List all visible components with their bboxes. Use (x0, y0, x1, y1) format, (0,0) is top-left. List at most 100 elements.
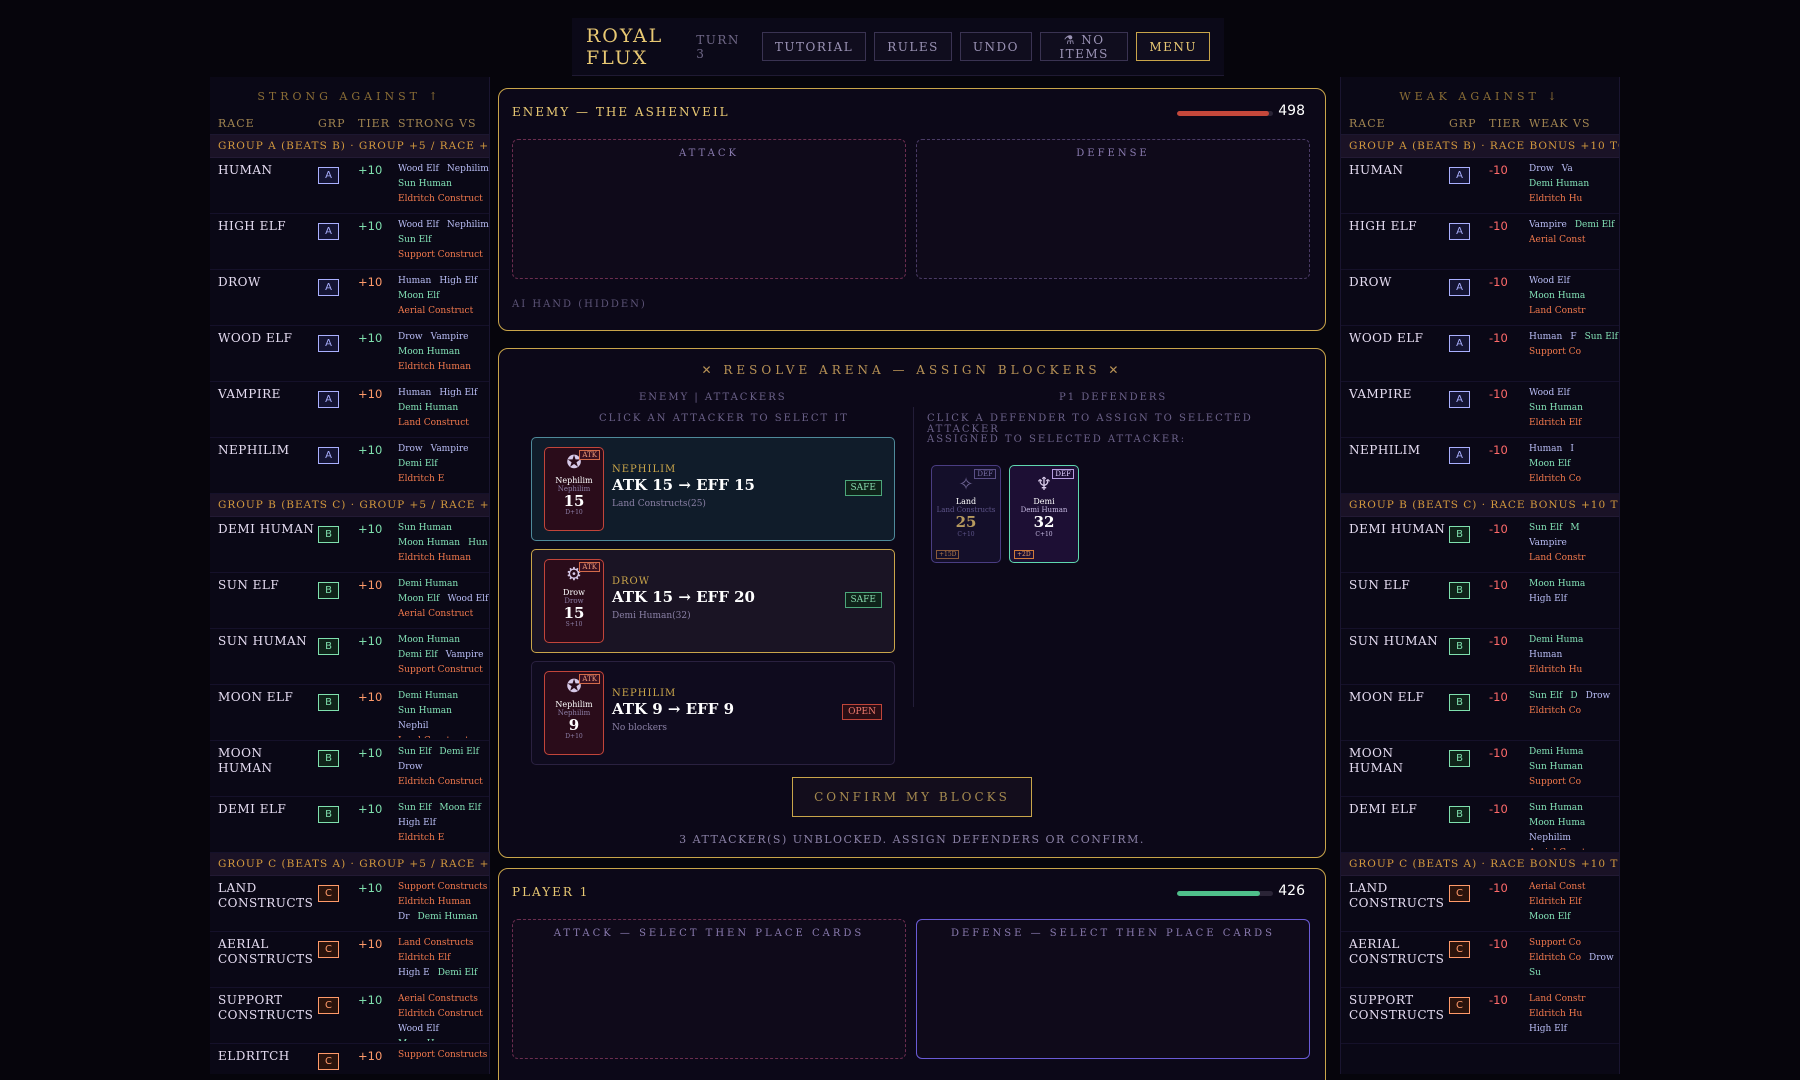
weak-race-row[interactable]: DEMI HUMAN B -10 Sun Elf M Vampire Land Constr (1341, 517, 1619, 573)
weak-race-row[interactable]: MOON HUMAN B -10 Demi Huma Sun Human Support … (1341, 741, 1619, 797)
attacker-info: NEPHILIM ATK 15 → EFF 15 Land Constructs(2… (612, 464, 755, 509)
strong-race-row[interactable]: HUMAN A +10 Wood Elf Nephilim Sun Human Eldrit… (210, 158, 489, 214)
strong-matchup-tag: Drow (398, 444, 423, 454)
strong-race-row[interactable]: DEMI HUMAN B +10 Sun Human Moon Human Hun Eldr… (210, 517, 489, 573)
weak-matchup-list: Sun Elf M Vampire Land Constr (1529, 522, 1619, 570)
tutorial-button[interactable]: TUTORIAL (761, 32, 867, 61)
player-attack-zone[interactable]: ATTACK — SELECT THEN PLACE CARDS (512, 919, 906, 1059)
defender-card[interactable]: DEF ✧ Land Land Constructs 25 C+10 +15D (931, 465, 1001, 563)
items-button[interactable]: ⚗ NO ITEMS (1039, 32, 1129, 61)
menu-button[interactable]: MENU (1136, 32, 1210, 61)
strong-tier-value: +10 (358, 802, 383, 816)
strong-group-cell: A (318, 219, 358, 269)
weak-race-name: DEMI ELF (1349, 802, 1418, 816)
strong-race-row[interactable]: SUN ELF B +10 Demi Human Moon Elf Wood Elf Aer… (210, 573, 489, 629)
rules-button[interactable]: RULES (874, 32, 952, 61)
attacker-card[interactable]: ATK ⚙ Drow Drow 15 S+10 (544, 559, 604, 643)
strong-against-panel[interactable]: STRONG AGAINST ↑ RACE GRP TIER STRONG VS GROU… (210, 77, 490, 1074)
strong-race-row[interactable]: MOON HUMAN B +10 Sun Elf Demi Elf Drow Eldritc… (210, 741, 489, 797)
strong-race-row[interactable]: VAMPIRE A +10 Human High Elf Demi Human Land C… (210, 382, 489, 438)
undo-button[interactable]: UNDO (959, 32, 1032, 61)
game-title: ROYAL FLUX (586, 24, 664, 69)
weak-matchup-tag: Drow (1589, 953, 1614, 963)
weak-matchup-tag: Su (1529, 968, 1541, 978)
strong-race-row[interactable]: MOON ELF B +10 Demi Human Sun Human Nephil Lan… (210, 685, 489, 741)
weak-matchup-tag: High Elf (1529, 1024, 1567, 1034)
strong-group-badge: A (318, 167, 339, 184)
weak-race-row[interactable]: SUN ELF B -10 Moon Huma High Elf (1341, 573, 1619, 629)
strong-matchup-list: Support Constructs Eldritch Human Dr Demi H… (398, 881, 489, 929)
strong-matchup-tag: Drow (398, 332, 423, 342)
strong-race-row[interactable]: HIGH ELF A +10 Wood Elf Nephilim Sun Elf Suppo… (210, 214, 489, 270)
weak-against-panel[interactable]: WEAK AGAINST ↓ RACE GRP TIER WEAK VS GROUP A … (1340, 77, 1620, 1074)
strong-race-row[interactable]: SUN HUMAN B +10 Moon Human Demi Elf Vampire Su… (210, 629, 489, 685)
card-name: Nephilim (555, 700, 593, 709)
attacker-row[interactable]: ATK ✪ Nephilim Nephilim 9 D+10 NEPHILIM ATK 9 →… (531, 661, 895, 765)
weak-matchup-tag: F (1570, 332, 1577, 342)
strong-race-row[interactable]: DEMI ELF B +10 Sun Elf Moon Elf High Elf Eldri… (210, 797, 489, 853)
enemy-health-value: 498 (1278, 103, 1305, 119)
weak-race-row[interactable]: NEPHILIM A -10 Human I Moon Elf Eldritch Co (1341, 438, 1619, 494)
assigned-label: ASSIGNED TO SELECTED ATTACKER: (927, 434, 1187, 445)
strong-race-row[interactable]: ELDRITCH C +10 Support Constructs (210, 1044, 489, 1074)
weak-matchup-tag: Demi Elf (1574, 220, 1615, 230)
weak-race-row[interactable]: SUN HUMAN B -10 Demi Huma Human Eldritch Hu (1341, 629, 1619, 685)
defender-card[interactable]: DEF ♆ Demi Demi Human 32 C+10 +2D (1009, 465, 1079, 563)
card-power: 32 (1033, 513, 1055, 531)
player-defense-zone[interactable]: DEFENSE — SELECT THEN PLACE CARDS (916, 919, 1310, 1059)
strong-matchup-tag: Demi Human (417, 912, 478, 922)
strong-matchup-tag: Sun Elf (398, 235, 432, 245)
strong-race-row[interactable]: DROW A +10 Human High Elf Moon Elf Aerial Cons… (210, 270, 489, 326)
weak-column-header: GRP (1449, 117, 1477, 130)
weak-race-row[interactable]: HIGH ELF A -10 Vampire Demi Elf Aerial Const (1341, 214, 1619, 270)
strong-race-row[interactable]: WOOD ELF A +10 Drow Vampire Moon Human Eldritc… (210, 326, 489, 382)
strong-matchup-tag: Dr (398, 912, 410, 922)
weak-tier-value: -10 (1489, 634, 1508, 648)
strong-matchup-tag: Aerial Constructs (398, 994, 478, 1004)
blocker-note: No blockers (612, 723, 667, 733)
strong-race-name: DEMI HUMAN (218, 522, 315, 536)
card-footer: C+10 (1035, 531, 1053, 538)
defenders-hint: CLICK A DEFENDER TO ASSIGN TO SELECTED A… (927, 413, 1253, 435)
weak-race-row[interactable]: DEMI ELF B -10 Sun Human Moon Huma Nephilim Ae… (1341, 797, 1619, 853)
weak-race-row[interactable]: LAND CONSTRUCTS C -10 Aerial Const Eldritch … (1341, 876, 1619, 932)
player-panel: PLAYER 1 426 ATTACK — SELECT THEN PLACE … (498, 868, 1326, 1080)
weak-race-row[interactable]: DROW A -10 Wood Elf Moon Huma Land Constr (1341, 270, 1619, 326)
weak-race-row[interactable]: AERIAL CONSTRUCTS C -10 Support Co Eldritch … (1341, 932, 1619, 988)
strong-tier-value: +10 (358, 522, 383, 536)
strong-matchup-tag: Sun Elf (398, 803, 432, 813)
attacker-race: NEPHILIM (612, 688, 677, 699)
weak-matchup-tag: Aerial Const (1529, 235, 1586, 245)
enemy-health-bar (1177, 111, 1273, 116)
weak-matchup-tag: Sun Elf (1529, 691, 1563, 701)
weak-race-name: MOON ELF (1349, 690, 1425, 704)
weak-tier-value: -10 (1489, 881, 1508, 895)
strong-race-name: VAMPIRE (218, 387, 281, 401)
strong-race-row[interactable]: SUPPORT CONSTRUCTS C +10 Aerial Constructs E… (210, 988, 489, 1044)
strong-column-header: STRONG VS (398, 117, 477, 130)
strong-group-header: GROUP A (BEATS B) · GROUP +5 / RACE +10 … (210, 135, 489, 158)
weak-race-row[interactable]: SUPPORT CONSTRUCTS C -10 Land Constr Eldritc… (1341, 988, 1619, 1044)
strong-matchup-tag: Nephilim (446, 220, 489, 230)
confirm-blocks-button[interactable]: CONFIRM MY BLOCKS (792, 777, 1032, 817)
attacker-card[interactable]: ATK ✪ Nephilim Nephilim 15 D+10 (544, 447, 604, 531)
strong-race-row[interactable]: LAND CONSTRUCTS C +10 Support Constructs Eld… (210, 876, 489, 932)
weak-matchup-list: Sun Elf D Drow Eldritch Co (1529, 690, 1619, 738)
weak-matchup-tag: Drow (1585, 691, 1611, 701)
strong-race-row[interactable]: AERIAL CONSTRUCTS C +10 Land Constructs Eldr… (210, 932, 489, 988)
attacker-card[interactable]: ATK ✪ Nephilim Nephilim 9 D+10 (544, 671, 604, 755)
weak-race-row[interactable]: VAMPIRE A -10 Wood Elf Sun Human Eldritch Elf (1341, 382, 1619, 438)
weak-race-name: SUN ELF (1349, 578, 1411, 592)
weak-race-row[interactable]: MOON ELF B -10 Sun Elf D Drow Eldritch Co (1341, 685, 1619, 741)
weak-race-row[interactable]: HUMAN A -10 Drow Va Demi Human Eldritch Hu (1341, 158, 1619, 214)
weak-tier-value: -10 (1489, 522, 1508, 536)
weak-matchup-list: Demi Huma Human Eldritch Hu (1529, 634, 1619, 682)
weak-race-row[interactable]: WOOD ELF A -10 Human F Sun Elf Support Co (1341, 326, 1619, 382)
defenders-heading: P1 DEFENDERS (1059, 392, 1168, 403)
attacker-row[interactable]: ATK ✪ Nephilim Nephilim 15 D+10 NEPHILIM ATK 15… (531, 437, 895, 541)
strong-race-name: MOON ELF (218, 690, 294, 704)
strong-race-row[interactable]: NEPHILIM A +10 Drow Vampire Demi Elf Eldritch … (210, 438, 489, 494)
attacker-row[interactable]: ATK ⚙ Drow Drow 15 S+10 DROW ATK 15 → EFF 20 Dem… (531, 549, 895, 653)
weak-race-name: VAMPIRE (1349, 387, 1412, 401)
weak-group-cell: A (1449, 163, 1489, 213)
